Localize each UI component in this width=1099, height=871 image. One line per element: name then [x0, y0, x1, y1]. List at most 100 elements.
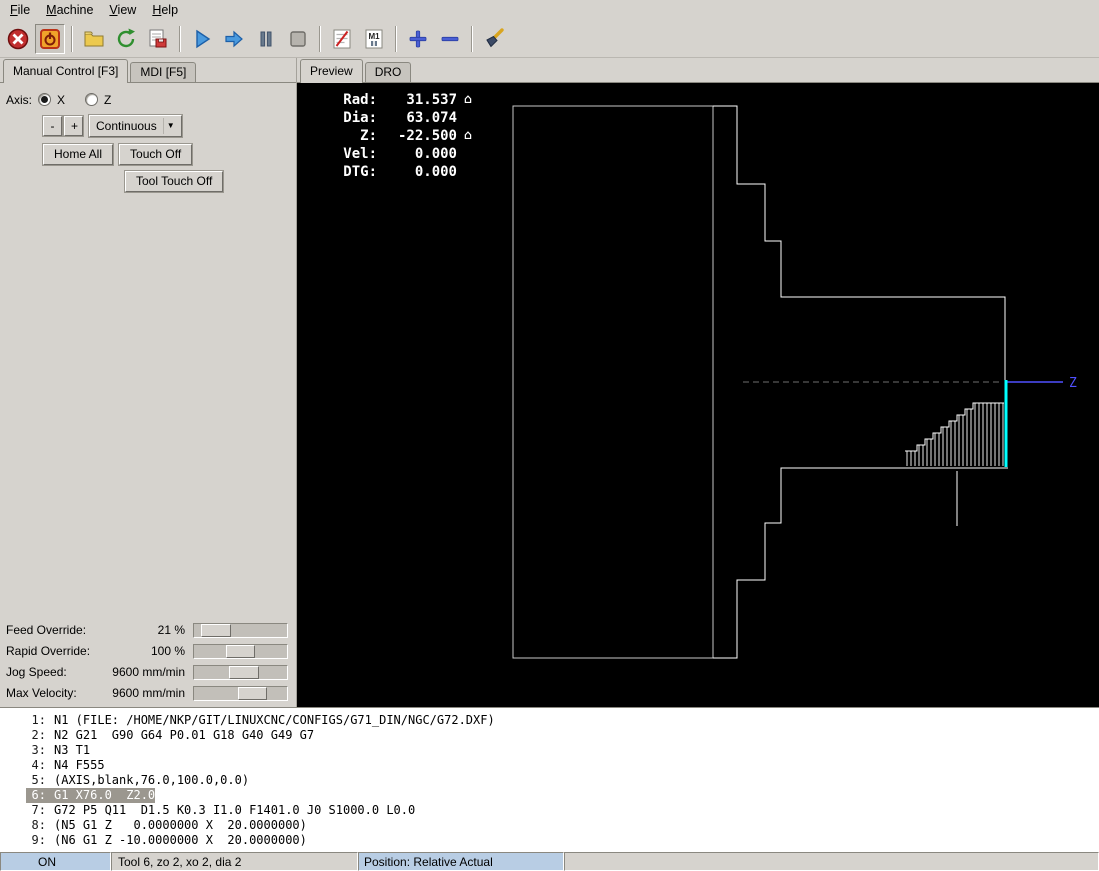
- menu-help[interactable]: Help: [144, 1, 186, 20]
- gcode-line-6-active[interactable]: 6: G1 X76.0 Z2.0: [26, 788, 156, 803]
- jog-mode-select[interactable]: Continuous ▼: [89, 114, 182, 137]
- menu-machine[interactable]: Machine: [38, 1, 101, 20]
- right-tabstrip: Preview DRO: [297, 58, 1099, 83]
- tab-manual-control[interactable]: Manual Control [F3]: [3, 58, 129, 83]
- max-velocity-value: 9600 mm/min: [112, 686, 185, 700]
- jog-speed-value: 9600 mm/min: [112, 665, 185, 679]
- axis-z-radio[interactable]: [85, 93, 99, 107]
- run-step-button[interactable]: [219, 24, 249, 54]
- reload-file-button[interactable]: [111, 24, 141, 54]
- axis-label: Axis:: [6, 92, 33, 107]
- jog-speed-slider[interactable]: [193, 664, 288, 680]
- clear-plot-button[interactable]: [479, 24, 509, 54]
- feed-override-thumb[interactable]: [201, 623, 232, 637]
- manual-control-panel: Axis: X Z - + Continuous ▼ Home All Touc…: [0, 83, 296, 707]
- axis-z-label: Z: [104, 92, 112, 107]
- jog-minus-button[interactable]: -: [43, 115, 62, 136]
- menu-view[interactable]: View: [101, 1, 144, 20]
- clear-plot-icon: [486, 27, 504, 47]
- dro-vel-row: Vel: 0.000: [343, 145, 457, 162]
- dro-dtg-row: DTG: 0.000: [343, 163, 457, 180]
- left-tabstrip: Manual Control [F3] MDI [F5]: [0, 58, 296, 83]
- feed-override-slider[interactable]: [193, 622, 288, 638]
- optional-pause-icon: M1: [365, 29, 383, 48]
- dro-dia-row: Dia: 63.074: [343, 109, 457, 126]
- zoom-out-button[interactable]: [435, 24, 465, 54]
- z-axis-label: Z: [1069, 376, 1077, 391]
- feed-override-label: Feed Override:: [6, 623, 87, 637]
- rapid-override-label: Rapid Override:: [6, 644, 91, 658]
- jog-speed-thumb[interactable]: [229, 665, 260, 679]
- toolbar: M1: [0, 20, 1099, 58]
- open-file-button[interactable]: [79, 24, 109, 54]
- pause-button[interactable]: [251, 24, 281, 54]
- gcode-line-3[interactable]: 3: N3 T1: [26, 743, 91, 758]
- toolbar-separator: [319, 25, 321, 52]
- right-panel: Preview DRO Z Rad: 31.537 ⌂ Dia: 63.074 …: [297, 58, 1099, 707]
- rapid-override-thumb[interactable]: [225, 644, 256, 658]
- gcode-line-9[interactable]: 9: (N6 G1 Z -10.0000000 X 20.0000000): [26, 833, 307, 848]
- toolbar-separator: [395, 25, 397, 52]
- toolbar-separator: [471, 25, 473, 52]
- tool-touch-off-row: Tool Touch Off: [125, 170, 292, 192]
- chevron-down-icon: ▼: [162, 117, 178, 134]
- run-icon: [196, 29, 211, 48]
- max-velocity-slider[interactable]: [193, 685, 288, 701]
- machine-power-icon: [40, 28, 60, 49]
- gcode-line-7[interactable]: 7: G72 P5 Q11 D1.5 K0.3 I1.0 F1401.0 J0 …: [26, 803, 416, 818]
- jog-speed-label: Jog Speed:: [6, 665, 67, 679]
- max-velocity-label: Max Velocity:: [6, 686, 77, 700]
- gcode-line-8[interactable]: 8: (N5 G1 Z 0.0000000 X 20.0000000): [26, 818, 307, 833]
- dro-readout: Rad: 31.537 ⌂ Dia: 63.074 Z: -22.500 ⌂ V…: [333, 91, 472, 181]
- tab-mdi[interactable]: MDI [F5]: [130, 61, 197, 82]
- axis-row: Axis: X Z: [6, 91, 292, 109]
- home-icon: ⌂: [464, 128, 472, 144]
- tool-touch-off-button[interactable]: Tool Touch Off: [125, 170, 224, 192]
- jog-speed-row: Jog Speed: 9600 mm/min: [6, 663, 288, 681]
- gcode-line-5[interactable]: 5: (AXIS,blank,76.0,100.0,0.0): [26, 773, 250, 788]
- home-all-button[interactable]: Home All: [43, 143, 114, 165]
- run-button[interactable]: [187, 24, 217, 54]
- stop-icon: [290, 30, 306, 47]
- skip-lines-toggle[interactable]: [327, 24, 357, 54]
- reload-tool-table-button[interactable]: [143, 24, 173, 54]
- preview-canvas[interactable]: Z Rad: 31.537 ⌂ Dia: 63.074 Z: -22.500 ⌂…: [297, 82, 1099, 707]
- jog-mode-value: Continuous: [96, 118, 157, 133]
- statusbar-filler: [564, 852, 1099, 871]
- position-mode-cell: Position: Relative Actual: [358, 852, 564, 871]
- toolbar-separator: [179, 25, 181, 52]
- rapid-override-slider[interactable]: [193, 643, 288, 659]
- axis-x-label: X: [57, 92, 66, 107]
- jog-plus-button[interactable]: +: [64, 115, 83, 136]
- axis-x-radio[interactable]: [38, 93, 52, 107]
- reload-file-icon: [117, 28, 135, 47]
- tab-preview[interactable]: Preview: [300, 58, 363, 83]
- dro-rad-row: Rad: 31.537 ⌂: [343, 91, 472, 108]
- touch-off-button[interactable]: Touch Off: [119, 143, 193, 165]
- zoom-in-button[interactable]: [403, 24, 433, 54]
- stop-button[interactable]: [283, 24, 313, 54]
- tool-info-cell: Tool 6, zo 2, xo 2, dia 2: [111, 852, 358, 871]
- machine-power-button[interactable]: [35, 23, 65, 54]
- max-velocity-thumb[interactable]: [237, 686, 268, 700]
- zoom-out-icon: [441, 36, 459, 41]
- tab-dro[interactable]: DRO: [364, 61, 412, 82]
- estop-icon: [7, 28, 29, 49]
- gcode-listing: 1: N1 (FILE: /HOME/NKP/GIT/LINUXCNC/CONF…: [0, 707, 1099, 852]
- main-regions: Manual Control [F3] MDI [F5] Axis: X Z -…: [0, 58, 1099, 707]
- optional-pause-toggle[interactable]: M1: [359, 24, 389, 54]
- home-row: Home All Touch Off: [43, 143, 292, 165]
- feed-override-row: Feed Override: 21 %: [6, 621, 288, 639]
- reload-tool-table-icon: [149, 29, 167, 47]
- stock-outline: [512, 105, 714, 659]
- gcode-line-1[interactable]: 1: N1 (FILE: /HOME/NKP/GIT/LINUXCNC/CONF…: [26, 713, 495, 728]
- menu-file[interactable]: File: [2, 1, 38, 20]
- status-bar: ON Tool 6, zo 2, xo 2, dia 2 Position: R…: [0, 852, 1099, 871]
- override-sliders: Feed Override: 21 % Rapid Override: 100 …: [6, 621, 292, 705]
- pause-icon: [260, 31, 272, 46]
- estop-button[interactable]: [3, 24, 33, 54]
- gcode-line-4[interactable]: 4: N4 F555: [26, 758, 105, 773]
- home-icon: ⌂: [464, 92, 472, 108]
- rapid-override-value: 100 %: [150, 644, 185, 658]
- gcode-line-2[interactable]: 2: N2 G21 G90 G64 P0.01 G18 G40 G49 G7: [26, 728, 315, 743]
